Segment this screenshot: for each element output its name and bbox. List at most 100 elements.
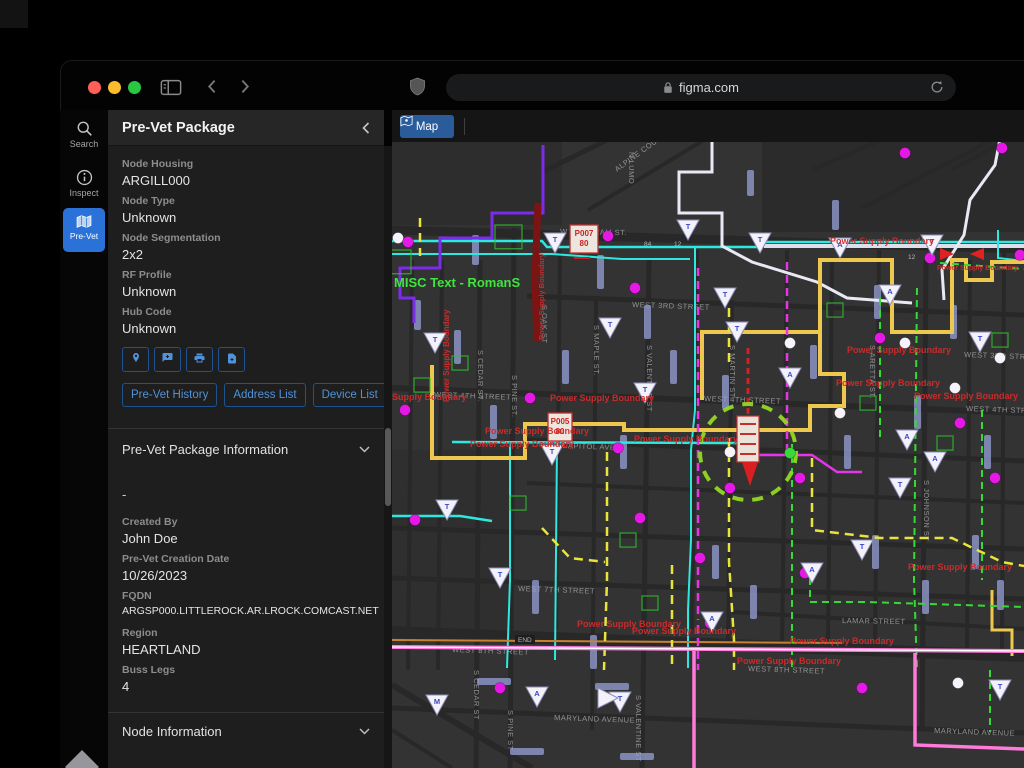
map-dot-marker[interactable]	[875, 333, 886, 344]
power-supply-boundary-label: Power Supply Boundary	[790, 636, 894, 646]
map-dot-marker[interactable]	[630, 283, 641, 294]
map-dot-marker[interactable]	[995, 353, 1006, 364]
panel-scrollbar[interactable]	[384, 146, 392, 768]
map-pin-icon	[400, 115, 413, 127]
traffic-light-close[interactable]	[88, 81, 101, 94]
shield-icon[interactable]	[409, 77, 426, 101]
field-label: Created By	[122, 516, 370, 528]
reload-icon[interactable]	[930, 80, 944, 97]
segment-bar[interactable]	[454, 330, 461, 364]
triangle-letter: A	[887, 287, 893, 296]
info-icon	[76, 169, 93, 186]
map-dot-marker[interactable]	[725, 483, 736, 494]
map-dot-marker[interactable]	[857, 683, 868, 694]
map-dot-marker[interactable]	[525, 393, 536, 404]
map-dot-marker[interactable]	[955, 418, 966, 429]
segment-bar[interactable]	[722, 375, 729, 409]
traffic-light-minimize[interactable]	[108, 81, 121, 94]
segment-bar[interactable]	[984, 435, 991, 469]
print-button[interactable]	[186, 347, 213, 372]
segment-bar[interactable]	[597, 255, 604, 289]
triangle-letter: T	[498, 570, 503, 579]
power-supply-boundary-label: Power Supply Boundary	[847, 345, 951, 355]
map-dot-marker[interactable]	[603, 231, 614, 242]
field-value: 10/26/2023	[122, 568, 370, 584]
address-list-button[interactable]: Address List	[224, 383, 305, 407]
field-value: 2x2	[122, 247, 370, 263]
segment-bar[interactable]	[644, 305, 651, 339]
node-label-box[interactable]: P00780	[570, 225, 598, 258]
segment-bar[interactable]	[562, 350, 569, 384]
map-dot-marker[interactable]	[495, 683, 506, 694]
rail-item-search[interactable]: Search	[60, 110, 108, 149]
segment-bar[interactable]	[477, 678, 511, 685]
power-supply-boundary-label: Power Supply Boundary	[537, 252, 546, 340]
rail-label-search: Search	[70, 139, 99, 149]
map-dot-marker[interactable]	[925, 253, 936, 264]
scrollbar-thumb[interactable]	[385, 428, 391, 506]
field-value: John Doe	[122, 531, 370, 547]
map-dot-marker[interactable]	[997, 143, 1008, 154]
rail-item-inspect[interactable]: Inspect	[60, 159, 108, 198]
map-dot-marker[interactable]	[1015, 250, 1024, 261]
map-dot-marker[interactable]	[900, 148, 911, 159]
browser-toolbar: figma.com	[61, 61, 1024, 111]
segment-bar[interactable]	[810, 345, 817, 379]
background-window-corner	[0, 0, 28, 28]
triangle-letter: M	[434, 697, 440, 706]
map-dot-marker[interactable]	[953, 678, 964, 689]
segment-bar[interactable]	[590, 635, 597, 669]
segment-bar[interactable]	[670, 350, 677, 384]
back-button[interactable]	[205, 79, 220, 99]
map-button[interactable]: Map	[400, 115, 454, 138]
map-dot-marker[interactable]	[635, 513, 646, 524]
section-node-information[interactable]: Node Information	[122, 713, 370, 739]
segment-bar[interactable]	[747, 170, 754, 196]
segment-bar[interactable]	[620, 753, 654, 760]
map-dot-marker[interactable]	[403, 237, 414, 248]
sidebar-toggle-icon[interactable]	[160, 79, 182, 101]
triangle-letter: T	[553, 235, 558, 244]
add-comment-button[interactable]	[154, 347, 181, 372]
map-dot-marker[interactable]	[990, 473, 1001, 484]
triangle-letter: A	[809, 565, 815, 574]
icon-button-row	[122, 347, 370, 372]
segment-bar[interactable]	[832, 200, 839, 230]
traffic-light-zoom[interactable]	[128, 81, 141, 94]
field-value: ARGSP000.LITTLEROCK.AR.LROCK.COMCAST.NET	[122, 605, 370, 621]
segment-bar[interactable]	[532, 580, 539, 614]
segment-bar[interactable]	[510, 748, 544, 755]
map-dot-marker[interactable]	[410, 515, 421, 526]
chevron-down-icon	[359, 728, 370, 735]
segment-bar[interactable]	[922, 580, 929, 614]
location-pin-icon	[130, 351, 142, 368]
note-add-button[interactable]	[218, 347, 245, 372]
map-dot-marker[interactable]	[695, 553, 706, 564]
segment-bar[interactable]	[750, 585, 757, 619]
field: Created By John Doe	[122, 516, 370, 547]
triangle-letter: T	[723, 290, 728, 299]
map-dot-marker[interactable]	[725, 447, 736, 458]
forward-button[interactable]	[237, 79, 252, 99]
rail-item-prevet[interactable]: Pre-Vet	[63, 208, 105, 252]
power-supply-boundary-label: Power Supply Boundary	[470, 439, 574, 449]
collapse-panel-icon[interactable]	[362, 122, 370, 134]
map-dot-marker[interactable]	[393, 233, 404, 244]
map-dot-marker[interactable]	[400, 405, 411, 416]
triangle-letter: T	[608, 320, 613, 329]
map-dot-marker[interactable]	[613, 443, 624, 454]
selected-node-marker[interactable]	[737, 416, 759, 462]
segment-bar[interactable]	[844, 435, 851, 469]
segment-bar[interactable]	[712, 545, 719, 579]
map-canvas[interactable]: W MARKHAM ST.ALPINE COURTN LUMOWEST 3RD …	[392, 110, 1024, 768]
map-dot-marker[interactable]	[785, 338, 796, 349]
map-dot-marker[interactable]	[835, 408, 846, 419]
street-label: N LUMO	[627, 152, 636, 184]
location-pin-button[interactable]	[122, 347, 149, 372]
section-package-information[interactable]: Pre-Vet Package Information	[122, 429, 370, 457]
map-dot-marker[interactable]	[795, 473, 806, 484]
url-bar[interactable]: figma.com	[446, 74, 956, 101]
map-dot-marker[interactable]	[785, 448, 796, 459]
device-list-button[interactable]: Device List	[313, 383, 384, 407]
pre-vet-history-button[interactable]: Pre-Vet History	[122, 383, 217, 407]
